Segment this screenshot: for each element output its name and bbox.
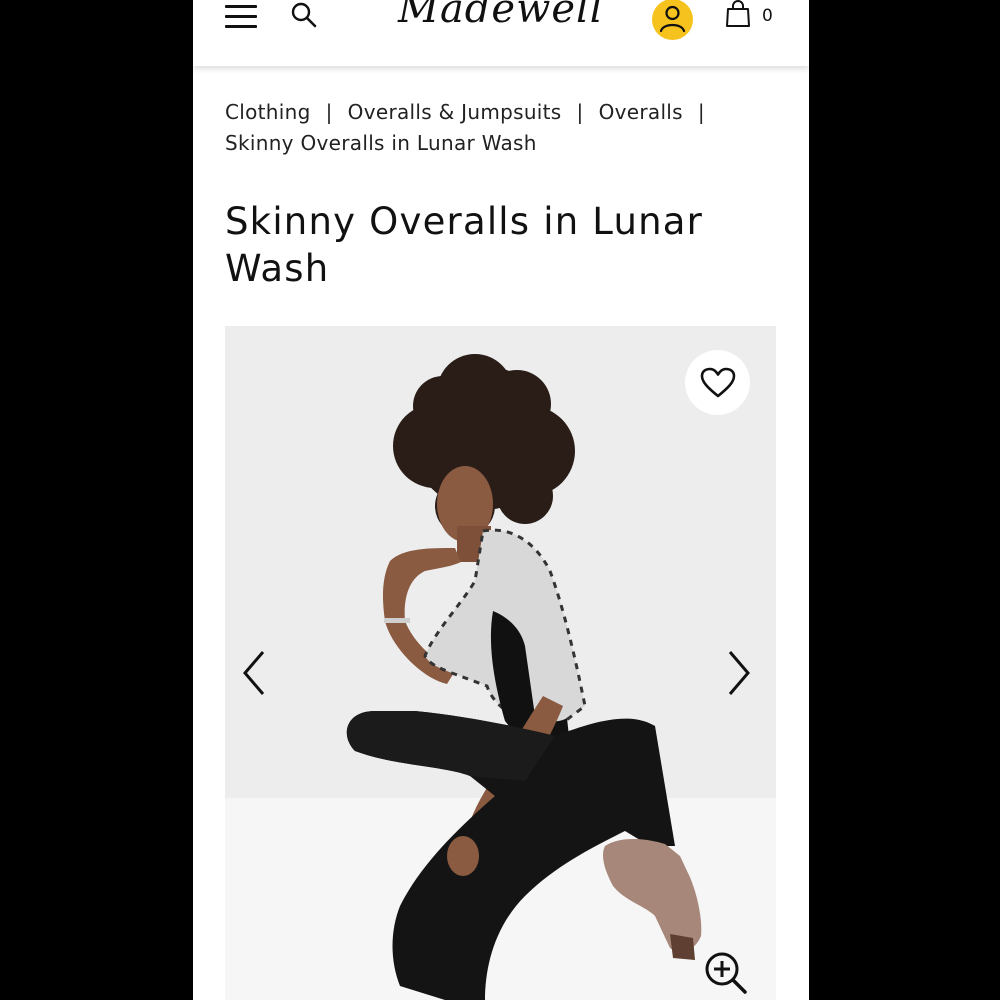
site-header: Madewell 0 xyxy=(193,0,809,66)
chevron-left-icon[interactable] xyxy=(239,648,271,698)
mobile-page: Madewell 0 Clothing | Overalls & Jumpsuits… xyxy=(193,0,809,1000)
hamburger-menu-icon[interactable] xyxy=(223,2,259,30)
breadcrumb-current-product[interactable]: Skinny Overalls in Lunar Wash xyxy=(225,131,537,155)
heart-icon xyxy=(700,367,735,397)
breadcrumb: Clothing | Overalls & Jumpsuits | Overalls | S… xyxy=(225,97,785,159)
breadcrumb-overalls[interactable]: Overalls xyxy=(599,100,683,124)
breadcrumb-separator: | xyxy=(576,100,584,124)
product-title: Skinny Overalls in Lunar Wash xyxy=(225,200,704,290)
user-icon[interactable] xyxy=(652,0,693,40)
breadcrumb-clothing[interactable]: Clothing xyxy=(225,100,311,124)
madewell-logo[interactable]: Madewell xyxy=(398,0,604,32)
bag-count: 0 xyxy=(762,6,773,26)
product-photo-model xyxy=(346,354,702,1000)
breadcrumb-overalls-jumpsuits[interactable]: Overalls & Jumpsuits xyxy=(348,100,562,124)
shopping-bag-icon[interactable] xyxy=(725,0,751,30)
breadcrumb-separator: | xyxy=(325,100,333,124)
breadcrumb-separator: | xyxy=(697,100,705,124)
search-icon[interactable] xyxy=(290,1,318,29)
chevron-right-icon[interactable] xyxy=(722,648,754,698)
favorite-button[interactable] xyxy=(685,350,750,415)
product-image-carousel[interactable] xyxy=(225,326,776,1000)
zoom-in-icon[interactable] xyxy=(703,950,749,996)
